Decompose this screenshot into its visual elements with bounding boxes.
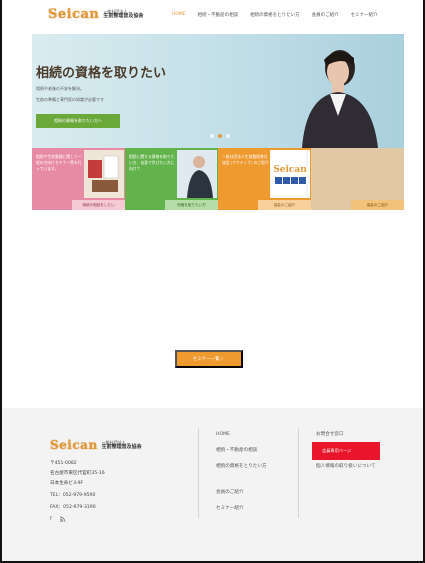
phone-number: TEL：052-979-9590 bbox=[50, 493, 96, 498]
fax-number: FAX：052-979-3190 bbox=[50, 505, 96, 510]
card-about[interactable]: 一般社団法人生前整理普及協会 (アクティブ) のご紹介 Seican 協会のご紹… bbox=[218, 148, 311, 210]
footer-link-consult[interactable]: 相続・不動産の相談 bbox=[216, 448, 257, 454]
slider-dot-active[interactable] bbox=[218, 134, 222, 138]
card-extra[interactable]: 協会のご紹介 bbox=[311, 148, 404, 210]
footer-link-license[interactable]: 相続の資格をとりたい方 bbox=[216, 464, 286, 470]
logo-mark: Seican bbox=[48, 7, 100, 22]
footer-logo[interactable]: Seican 一般社団法人 生前整理普及協会 bbox=[50, 438, 142, 452]
nav-members[interactable]: 会員のご紹介 bbox=[312, 12, 339, 18]
slider-dot[interactable] bbox=[226, 134, 230, 138]
feature-cards: 相続や生前整理に関して一般の方向けセミナー等を行っています。 相続の相談をしたい… bbox=[32, 148, 404, 210]
main-nav: HOME 相続・不動産の相談 相続の資格をとりたい方 会員のご紹介 セミナー紹介 bbox=[172, 12, 390, 18]
address-line-2: 日本生命ビル9F bbox=[50, 481, 84, 486]
nav-license[interactable]: 相続の資格をとりたい方 bbox=[250, 12, 300, 18]
nav-home[interactable]: HOME bbox=[172, 12, 186, 18]
card-link[interactable]: 協会のご紹介 bbox=[351, 200, 404, 210]
seminar-list-button[interactable]: セミナー一覧 〉 bbox=[175, 350, 243, 368]
footer-link-privacy[interactable]: 個人情報の取り扱いについて bbox=[316, 464, 388, 470]
association-badge: Seican bbox=[270, 150, 310, 198]
slider-dots bbox=[210, 134, 230, 138]
logo-name: 生前整理普及協会 bbox=[103, 13, 144, 19]
footer-divider bbox=[298, 428, 299, 518]
documents-image bbox=[84, 150, 124, 198]
postal-code: 〒451-0082 bbox=[50, 461, 77, 466]
site-footer: Seican 一般社団法人 生前整理普及協会 〒451-0082 名古屋市東区代… bbox=[2, 408, 423, 561]
card-link[interactable]: 相続の相談をしたい bbox=[72, 200, 125, 210]
page: Seican 一般社団法人 生前整理普及協会 HOME 相続・不動産の相談 相続… bbox=[0, 0, 425, 563]
hero-subtitle-1: 相続や老後の不安を解決。 bbox=[36, 86, 84, 91]
card-consult[interactable]: 相続や生前整理に関して一般の方向けセミナー等を行っています。 相続の相談をしたい bbox=[32, 148, 125, 210]
card-text: 一般社団法人生前整理普及協会 (アクティブ) のご紹介 bbox=[222, 154, 269, 165]
site-logo[interactable]: Seican 一般社団法人 生前整理普及協会 bbox=[48, 7, 143, 22]
footer-link-member-page[interactable]: 会員専用ページ bbox=[322, 448, 351, 454]
hero-title: 相続の資格を取りたい bbox=[36, 66, 167, 81]
logo-name: 生前整理普及協会 bbox=[101, 443, 142, 450]
logo-mark: Seican bbox=[50, 438, 98, 452]
card-link[interactable]: 協会のご紹介 bbox=[258, 200, 311, 210]
card-license[interactable]: 相続に関する資格を取りたい方、自身で学びたい方に向けて 資格を取りたい方 bbox=[125, 148, 218, 210]
hero-subtitle-2: 生前の準備と専門家の知識が必要です bbox=[36, 97, 104, 102]
address-line-1: 名古屋市東区代官町35-16 bbox=[50, 471, 105, 476]
footer-divider bbox=[198, 428, 199, 518]
nav-seminar[interactable]: セミナー紹介 bbox=[351, 12, 378, 18]
hero-banner: 相続の資格を取りたい 相続や老後の不安を解決。 生前の準備と専門家の知識が必要で… bbox=[32, 34, 404, 148]
footer-link-members[interactable]: 会員のご紹介 bbox=[216, 490, 244, 496]
site-header: Seican 一般社団法人 生前整理普及協会 HOME 相続・不動産の相談 相続… bbox=[32, 0, 404, 34]
card-link[interactable]: 資格を取りたい方 bbox=[165, 200, 218, 210]
hero-cta-button[interactable]: 相続の資格を取りたい方へ bbox=[36, 114, 120, 128]
businessman-image bbox=[177, 150, 217, 198]
card-text: 相続に関する資格を取りたい方、自身で学びたい方に向けて bbox=[129, 154, 175, 171]
card-text: 相続や生前整理に関して一般の方向けセミナー等を行っています。 bbox=[36, 154, 82, 171]
rss-icon[interactable] bbox=[59, 516, 66, 524]
nav-consult[interactable]: 相続・不動産の相談 bbox=[198, 12, 239, 18]
footer-link-seminar[interactable]: セミナー紹介 bbox=[216, 506, 244, 512]
woman-photo bbox=[302, 50, 378, 148]
slider-dot[interactable] bbox=[210, 134, 214, 138]
facebook-icon[interactable]: f bbox=[50, 516, 52, 524]
social-links: f bbox=[50, 516, 66, 524]
footer-link-home[interactable]: HOME bbox=[216, 432, 230, 438]
footer-link-contact[interactable]: お問合せ窓口 bbox=[316, 432, 344, 438]
